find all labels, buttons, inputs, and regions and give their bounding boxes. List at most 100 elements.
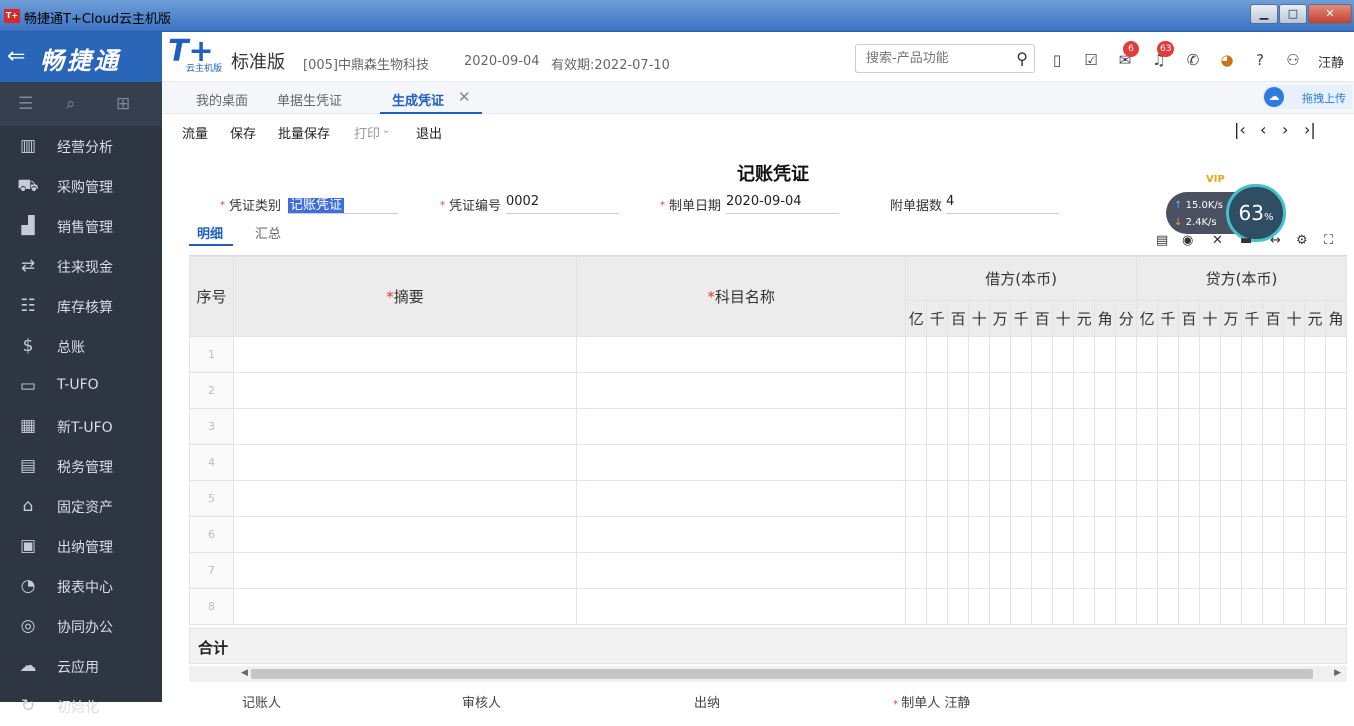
amount-digit-cell[interactable] [1073,408,1096,445]
amount-digit-cell[interactable] [1052,444,1075,481]
tab-generate-voucher[interactable]: 生成凭证 [392,90,444,109]
amount-digit-cell[interactable] [1136,552,1159,589]
insert-row-icon[interactable]: ▤ [1156,233,1168,248]
amount-digit-cell[interactable] [1261,588,1284,625]
amount-digit-cell[interactable] [1324,336,1347,373]
swap-icon[interactable]: ↔ [1270,233,1281,248]
amount-digit-cell[interactable] [1282,372,1305,409]
amount-digit-cell[interactable] [1052,372,1075,409]
voucher-type-field[interactable]: 记账凭证 [288,194,398,214]
scrollbar-thumb[interactable] [251,669,1313,679]
table-row[interactable]: 2 [189,372,1347,409]
amount-digit-cell[interactable] [1115,408,1138,445]
sidebar-item-fixed-assets[interactable]: ⌂ 固定资产 [0,486,162,526]
amount-digit-cell[interactable] [1220,552,1242,589]
amount-digit-cell[interactable] [1303,588,1326,625]
save-button[interactable]: 保存 [230,123,256,142]
sidebar-item-ledger[interactable]: $ 总账 [0,326,162,366]
settings-icon[interactable]: ⚙ [1296,233,1308,248]
sidebar-item-cash[interactable]: ⇄ 往来现金 [0,246,162,286]
horizontal-scrollbar[interactable]: ◀ ▶ [189,666,1347,682]
company-name[interactable]: [005]中鼎森生物科技 [303,54,429,73]
amount-digit-cell[interactable] [1031,444,1054,481]
amount-digit-cell[interactable] [1115,516,1138,553]
amount-digit-cell[interactable] [968,552,991,589]
amount-digit-cell[interactable] [905,372,928,409]
amount-digit-cell[interactable] [1136,516,1159,553]
amount-digit-cell[interactable] [1157,480,1180,517]
amount-digit-cell[interactable] [905,408,928,445]
amount-digit-cell[interactable] [1094,372,1117,409]
amount-digit-cell[interactable] [926,444,949,481]
table-row[interactable]: 1 [189,336,1347,373]
amount-digit-cell[interactable] [989,588,1012,625]
add-shortcut-icon[interactable]: ⊞ [116,94,130,114]
amount-digit-cell[interactable] [1031,480,1054,517]
table-row[interactable]: 6 [189,516,1347,553]
amount-digit-cell[interactable] [1303,336,1326,373]
amount-digit-cell[interactable] [1303,408,1326,445]
minimize-button[interactable]: ▁ [1250,4,1278,24]
sidebar-item-inventory[interactable]: ☷ 库存核算 [0,286,162,326]
amount-digit-cell[interactable] [1282,408,1305,445]
prev-record-icon[interactable]: ‹ [1260,120,1266,139]
back-arrow-icon[interactable]: ⇐ [7,44,25,69]
amount-digit-cell[interactable] [1261,336,1284,373]
amount-digit-cell[interactable] [1157,444,1180,481]
amount-digit-cell[interactable] [1220,588,1242,625]
amount-digit-cell[interactable] [1303,552,1326,589]
tab-detail[interactable]: 明细 [197,223,223,242]
amount-digit-cell[interactable] [968,336,991,373]
next-record-icon[interactable]: › [1282,120,1288,139]
amount-digit-cell[interactable] [1199,408,1222,445]
amount-digit-cell[interactable] [1010,480,1033,517]
amount-digit-cell[interactable] [1157,588,1180,625]
amount-digit-cell[interactable] [1241,408,1263,445]
amount-digit-cell[interactable] [926,336,949,373]
phone-icon[interactable]: ✆ [1183,50,1203,70]
amount-digit-cell[interactable] [1010,552,1033,589]
amount-digit-cell[interactable] [1324,408,1347,445]
search-box[interactable]: ⚲ [855,44,1035,73]
scroll-right-icon[interactable]: ▶ [1334,668,1341,678]
amount-digit-cell[interactable] [1324,444,1347,481]
amount-digit-cell[interactable] [1220,444,1242,481]
amount-digit-cell[interactable] [1282,516,1305,553]
fullscreen-icon[interactable]: ⛶ [1324,233,1333,248]
amount-digit-cell[interactable] [1178,444,1201,481]
amount-digit-cell[interactable] [1136,588,1159,625]
amount-digit-cell[interactable] [1010,588,1033,625]
amount-digit-cell[interactable] [905,480,928,517]
sidebar-search-icon[interactable]: ⌕ [66,94,76,114]
network-speed-widget[interactable]: ↑ 15.0K/s ↓ 2.4K/s 63% VIP [1166,174,1286,242]
amount-digit-cell[interactable] [1241,552,1263,589]
close-window-button[interactable]: ✕ [1308,4,1352,24]
summary-cell[interactable] [232,480,578,517]
print-dropdown-icon[interactable]: ⌄ [382,125,390,136]
amount-digit-cell[interactable] [1115,588,1138,625]
bell-icon[interactable]: ♫ 63 [1149,41,1175,70]
checklist-icon[interactable]: ☑ [1081,50,1101,70]
amount-digit-cell[interactable] [1010,336,1033,373]
amount-digit-cell[interactable] [1094,588,1117,625]
amount-digit-cell[interactable] [1136,408,1159,445]
amount-digit-cell[interactable] [1031,372,1054,409]
amount-digit-cell[interactable] [1261,516,1284,553]
user-icon[interactable]: ⚇ [1283,50,1303,70]
table-row[interactable]: 7 [189,552,1347,589]
amount-digit-cell[interactable] [1282,444,1305,481]
amount-digit-cell[interactable] [1241,480,1263,517]
table-row[interactable]: 3 [189,408,1347,445]
summary-cell[interactable] [232,552,578,589]
amount-digit-cell[interactable] [989,408,1012,445]
amount-digit-cell[interactable] [968,480,991,517]
print-button[interactable]: 打印 [354,123,380,142]
account-cell[interactable] [576,372,907,409]
amount-digit-cell[interactable] [1178,516,1201,553]
calculator-icon[interactable]: ▯ [1047,50,1067,70]
last-record-icon[interactable]: ›| [1304,120,1316,139]
amount-digit-cell[interactable] [1261,408,1284,445]
account-cell[interactable] [576,516,907,553]
flow-button[interactable]: 流量 [182,123,208,142]
amount-digit-cell[interactable] [1157,408,1180,445]
